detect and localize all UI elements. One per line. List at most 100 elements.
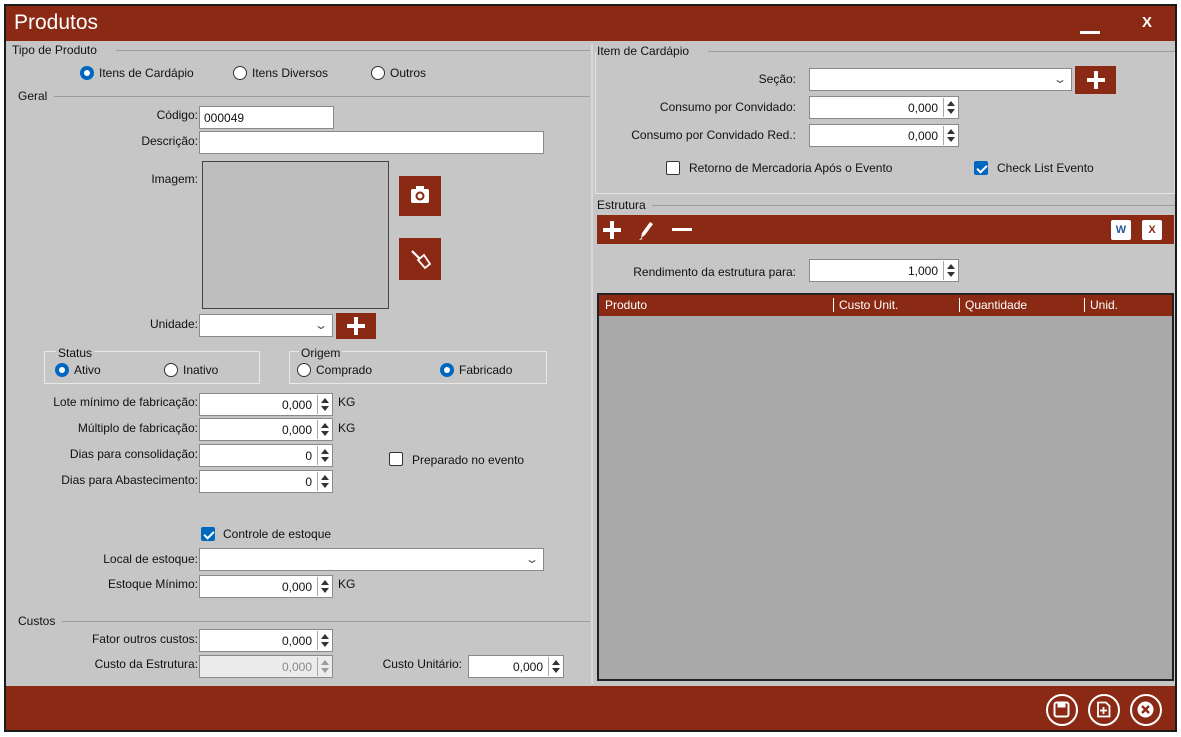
fator-outros-label: Fator outros custos:	[91, 632, 198, 646]
dias-consolidacao-input[interactable]: 0	[199, 444, 333, 467]
column-unid[interactable]: Unid.	[1090, 298, 1118, 312]
dias-abastecimento-value: 0	[305, 475, 312, 489]
radio-ativo[interactable]	[55, 363, 69, 377]
descricao-label: Descrição:	[141, 134, 198, 148]
minimize-button[interactable]	[1080, 31, 1100, 34]
new-button[interactable]	[1088, 694, 1120, 726]
custo-unitario-input[interactable]: 0,000	[468, 655, 564, 678]
pencil-icon	[639, 222, 653, 240]
spin-arrows-icon[interactable]	[943, 261, 957, 280]
rendimento-value: 1,000	[907, 264, 938, 278]
estoque-minimo-input[interactable]: 0,000	[199, 575, 333, 598]
dias-consolidacao-label: Dias para consolidação:	[69, 447, 198, 461]
multiplo-unit: KG	[338, 421, 356, 435]
local-estoque-select[interactable]: ⌄	[199, 548, 544, 571]
preparado-label: Preparado no evento	[412, 453, 525, 467]
spin-arrows-icon[interactable]	[943, 98, 957, 117]
bottom-action-bar	[6, 686, 1175, 730]
unidade-select[interactable]: ⌄	[199, 314, 333, 337]
custo-unitario-label: Custo Unitário:	[382, 657, 462, 671]
fator-outros-input[interactable]: 0,000	[199, 629, 333, 652]
excel-export-icon[interactable]: X	[1142, 220, 1162, 240]
chevron-down-icon: ⌄	[313, 318, 329, 332]
cancel-icon	[1137, 701, 1154, 718]
chevron-down-icon: ⌄	[1052, 72, 1068, 86]
controle-estoque-label: Controle de estoque	[223, 527, 332, 541]
descricao-input[interactable]	[199, 131, 544, 154]
multiplo-input[interactable]: 0,000	[199, 418, 333, 441]
consumo-red-input[interactable]: 0,000	[809, 124, 959, 147]
spin-arrows-icon[interactable]	[317, 395, 331, 414]
secao-label: Seção:	[758, 72, 796, 86]
spin-arrows-icon[interactable]	[943, 126, 957, 145]
radio-inativo[interactable]	[164, 363, 178, 377]
codigo-input[interactable]: 000049	[199, 106, 334, 129]
grid-header: Produto Custo Unit. Quantidade Unid.	[599, 295, 1172, 316]
custo-estrutura-input: 0,000	[199, 655, 333, 678]
consumo-red-value: 0,000	[907, 129, 938, 143]
lote-minimo-input[interactable]: 0,000	[199, 393, 333, 416]
cancel-button[interactable]	[1130, 694, 1162, 726]
estrutura-group-label: Estrutura	[597, 198, 646, 212]
spin-arrows-icon[interactable]	[317, 631, 331, 650]
estrutura-grid[interactable]: Produto Custo Unit. Quantidade Unid.	[597, 293, 1174, 681]
remove-item-button[interactable]	[669, 217, 695, 242]
camera-icon	[411, 186, 429, 203]
column-separator	[959, 298, 960, 312]
add-unidade-button[interactable]	[336, 313, 376, 339]
camera-button[interactable]	[399, 176, 441, 216]
spin-arrows-icon[interactable]	[317, 577, 331, 596]
column-separator	[1084, 298, 1085, 312]
spin-arrows-icon[interactable]	[548, 657, 562, 676]
secao-select[interactable]: ⌄	[809, 68, 1072, 91]
add-item-button[interactable]	[599, 217, 625, 242]
edit-item-button[interactable]	[633, 217, 657, 242]
rendimento-input[interactable]: 1,000	[809, 259, 959, 282]
dias-abastecimento-label: Dias para Abastecimento:	[61, 473, 198, 487]
check-list-evento-label: Check List Evento	[997, 161, 1094, 175]
spin-arrows-icon[interactable]	[317, 472, 331, 491]
column-separator	[833, 298, 834, 312]
custo-estrutura-label: Custo da Estrutura:	[94, 657, 198, 671]
estrutura-toolbar: W X	[597, 215, 1174, 244]
radio-fabricado-label: Fabricado	[459, 363, 513, 377]
word-export-icon[interactable]: W	[1111, 220, 1131, 240]
custos-divider	[62, 621, 590, 622]
add-secao-button[interactable]	[1075, 66, 1116, 94]
radio-itens-diversos[interactable]	[233, 66, 247, 80]
column-produto[interactable]: Produto	[605, 298, 647, 312]
radio-fabricado[interactable]	[440, 363, 454, 377]
dias-consolidacao-value: 0	[305, 449, 312, 463]
image-preview[interactable]	[202, 161, 389, 309]
fator-outros-value: 0,000	[281, 634, 312, 648]
save-icon	[1053, 701, 1070, 718]
panel-separator	[591, 44, 593, 684]
radio-outros[interactable]	[371, 66, 385, 80]
spin-arrows-icon	[317, 657, 331, 676]
spin-arrows-icon[interactable]	[317, 420, 331, 439]
dias-abastecimento-input[interactable]: 0	[199, 470, 333, 493]
custos-group-label: Custos	[18, 614, 56, 628]
preparado-checkbox[interactable]	[389, 452, 403, 466]
radio-itens-cardapio-label: Itens de Cardápio	[99, 66, 194, 80]
lote-minimo-label: Lote mínimo de fabricação:	[53, 395, 198, 409]
consumo-convidado-input[interactable]: 0,000	[809, 96, 959, 119]
custo-estrutura-value: 0,000	[281, 660, 312, 674]
column-custo-unit[interactable]: Custo Unit.	[839, 298, 898, 312]
estoque-minimo-label: Estoque Mínimo:	[107, 577, 198, 591]
consumo-red-label: Consumo por Convidado Red.:	[631, 128, 796, 142]
lote-minimo-unit: KG	[338, 395, 356, 409]
radio-itens-cardapio[interactable]	[80, 66, 94, 80]
radio-comprado[interactable]	[297, 363, 311, 377]
spin-arrows-icon[interactable]	[317, 446, 331, 465]
retorno-mercadoria-checkbox[interactable]	[666, 161, 680, 175]
radio-comprado-label: Comprado	[316, 363, 373, 377]
item-cardapio-divider	[708, 51, 1175, 52]
clear-image-button[interactable]	[399, 238, 441, 280]
check-list-evento-checkbox[interactable]	[974, 161, 988, 175]
column-quantidade[interactable]: Quantidade	[965, 298, 1027, 312]
controle-estoque-checkbox[interactable]	[201, 527, 215, 541]
geral-divider	[54, 96, 590, 97]
save-button[interactable]	[1046, 694, 1078, 726]
close-button[interactable]: X	[1142, 14, 1152, 31]
